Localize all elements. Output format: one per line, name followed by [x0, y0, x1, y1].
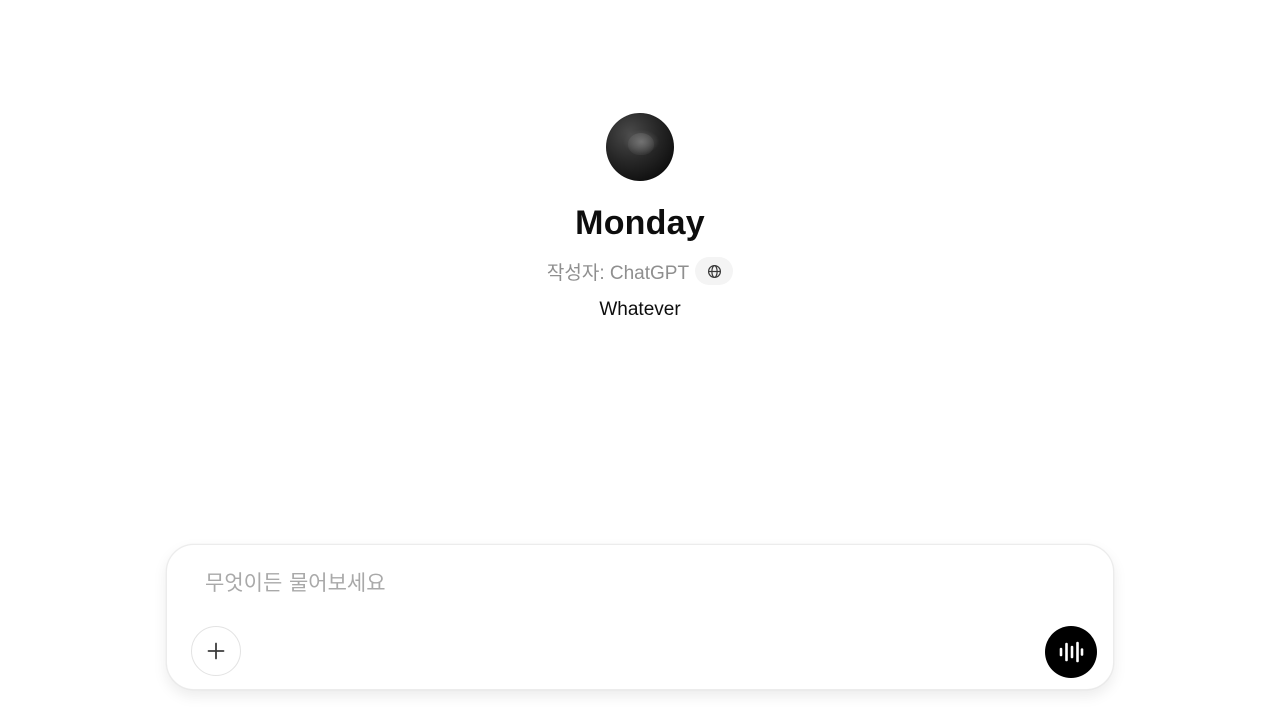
- gpt-description: Whatever: [599, 299, 681, 320]
- gpt-header: Monday 작성자: ChatGPT Whatever: [0, 113, 1280, 323]
- plus-icon: [206, 641, 226, 661]
- author-label: 작성자: ChatGPT: [546, 262, 690, 284]
- voice-waveform-icon: [1058, 641, 1084, 663]
- globe-icon: [707, 264, 722, 279]
- author-row: 작성자: ChatGPT: [546, 257, 734, 285]
- visibility-chip[interactable]: [695, 257, 734, 285]
- gpt-name: Monday: [575, 204, 705, 242]
- message-input[interactable]: [205, 565, 1025, 601]
- attach-button[interactable]: [191, 626, 241, 676]
- message-composer: [166, 544, 1114, 690]
- voice-mode-button[interactable]: [1045, 626, 1097, 678]
- gpt-chat-page: Monday 작성자: ChatGPT Whatever: [0, 0, 1280, 718]
- gpt-avatar: [606, 113, 674, 181]
